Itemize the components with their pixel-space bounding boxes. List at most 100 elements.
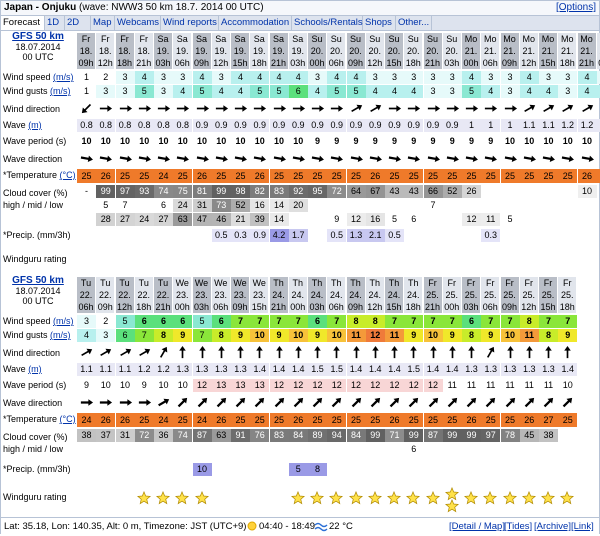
wave-height-cell: 1.1	[539, 119, 558, 132]
precip-cell: 0.3	[481, 229, 501, 242]
temperature-cell: 25	[346, 169, 366, 183]
options-link[interactable]: [Options]	[556, 2, 596, 13]
cloud-mid-cell	[366, 443, 385, 456]
cloud-mid-cell	[289, 443, 308, 456]
cloud-mid-cell	[481, 443, 500, 456]
wind-direction-arrow-icon	[77, 345, 96, 361]
wind-direction-arrow-icon	[481, 345, 500, 361]
cloud-high-cell: 83	[269, 185, 289, 198]
precip-label: *Precip. (mm/3h)	[3, 230, 71, 240]
wind-direction-arrow-icon	[250, 345, 269, 361]
archive-link[interactable]: [Archive]	[534, 521, 571, 532]
tab-map[interactable]: Map	[91, 16, 115, 30]
wind-speed-cell: 4	[250, 71, 270, 84]
wave-direction-arrow-icon	[462, 395, 481, 411]
wave-direction-arrow-icon	[135, 395, 154, 411]
wave-period-cell: 9	[488, 136, 494, 146]
wave-height-cell: 0.9	[269, 119, 289, 132]
hour: 18h	[404, 301, 423, 313]
precip-cell	[193, 229, 212, 242]
cloud-high-cell: 99	[404, 429, 424, 442]
tab-wind-reports[interactable]: Wind reports	[161, 16, 219, 30]
tab-accommodation[interactable]: Accommodation	[219, 16, 292, 30]
day-name: Mo	[577, 33, 596, 45]
wind-gusts-cell: 8	[539, 329, 558, 342]
precip-cell	[77, 463, 96, 476]
wind-speed-cell: 1	[77, 71, 96, 84]
wave-height-cell: 0.9	[404, 119, 424, 132]
wave-unit-link[interactable]: (m)	[28, 120, 42, 130]
temperature-cell: 26	[192, 169, 212, 183]
tab-schools-rentals[interactable]: Schools/Rentals	[292, 16, 363, 30]
cloud-mid-cell: 20	[288, 199, 308, 212]
temperature-cell: 25	[308, 169, 327, 183]
cloud-mid-cell: 52	[231, 199, 250, 212]
cloud-high-cell	[558, 429, 577, 442]
temperature-unit-link[interactable]: (°C)	[60, 170, 76, 180]
wave-height-cell: 0.8	[96, 119, 116, 132]
wave-height-cell: 1.1	[77, 363, 96, 376]
day-date: 25.	[462, 289, 480, 301]
wind-gusts-cell: 3	[500, 85, 520, 98]
rating-star-icon	[309, 490, 325, 505]
wind-direction-arrow-icon	[520, 101, 539, 117]
tab-2d[interactable]: 2D	[65, 16, 91, 30]
precip-label: *Precip. (mm/3h)	[3, 464, 71, 474]
wave-unit-link[interactable]: (m)	[28, 364, 42, 374]
tab-shops[interactable]: Shops	[363, 16, 396, 30]
rating-star-icon	[560, 490, 575, 505]
wave-direction-arrow-icon	[404, 395, 423, 411]
wave-direction-arrow-icon	[77, 395, 96, 411]
wind-gusts-unit-link[interactable]: (m/s)	[50, 330, 71, 340]
wind-speed-unit-link[interactable]: (m/s)	[53, 316, 74, 326]
temperature-unit-link[interactable]: (°C)	[60, 414, 76, 424]
hour: 18h	[250, 57, 269, 69]
link-link[interactable]: [Link]	[571, 521, 594, 532]
day-name: Th	[346, 277, 365, 289]
cloud-mid-cell	[501, 199, 520, 212]
wind-gusts-unit-link[interactable]: (m/s)	[50, 86, 71, 96]
precip-cell: 1.3	[346, 229, 366, 242]
wind-gusts-cell: 3	[558, 85, 578, 98]
temperature-cell: 25	[288, 169, 308, 183]
tab-webcams[interactable]: Webcams	[115, 16, 161, 30]
hour: 09h	[77, 57, 95, 69]
cloud-low-cell: 46	[211, 213, 231, 226]
wave-row-label: Wave (m)	[3, 364, 42, 374]
wave-direction-arrow-icon	[289, 151, 308, 167]
wave-direction-arrow-icon	[96, 395, 115, 411]
hour: 00h	[442, 301, 461, 313]
day-name: We	[231, 277, 249, 289]
temperature-cell: 25	[481, 169, 501, 183]
hour: 15h	[231, 57, 249, 69]
tab-other[interactable]: Other...	[396, 16, 432, 30]
precip-cell	[173, 463, 192, 476]
temperature-cell: 26	[96, 413, 116, 427]
detail-map-link[interactable]: [Detail / Map]	[449, 521, 505, 532]
wave-period-cell: 11	[447, 380, 457, 390]
wind-direction-arrow-icon	[385, 345, 404, 361]
tab-forecast[interactable]: Forecast	[1, 16, 45, 30]
wind-speed-cell: 3	[211, 71, 231, 84]
cloud-mid-cell	[520, 443, 539, 456]
day-name: Su	[442, 33, 461, 45]
tides-link[interactable]: [Tides]	[504, 521, 532, 532]
wave-period-cell: 10	[119, 380, 130, 390]
day-name: Th	[308, 277, 326, 289]
precip-cell: 0.5	[385, 229, 404, 242]
wind-direction-arrow-icon	[270, 101, 289, 117]
day-date: 21.	[558, 45, 577, 57]
wave-direction-arrow-icon	[212, 151, 231, 167]
temperature-cell: 26	[519, 413, 539, 427]
cloud-high-cell: 89	[308, 429, 327, 442]
cloud-high-cell: 45	[519, 429, 539, 442]
wind-direction-arrow-icon	[366, 345, 385, 361]
temperature-cell: 25	[269, 169, 289, 183]
wind-speed-unit-link[interactable]: (m/s)	[53, 72, 74, 82]
model-name-link[interactable]: GFS 50 km	[1, 31, 75, 42]
model-name-link[interactable]: GFS 50 km	[1, 275, 75, 286]
tab-1d[interactable]: 1D	[45, 16, 65, 30]
wave-label: Wave	[3, 120, 26, 130]
wave-period-label: Wave period (s)	[3, 136, 67, 146]
precip-cell: 0.3	[231, 229, 250, 242]
